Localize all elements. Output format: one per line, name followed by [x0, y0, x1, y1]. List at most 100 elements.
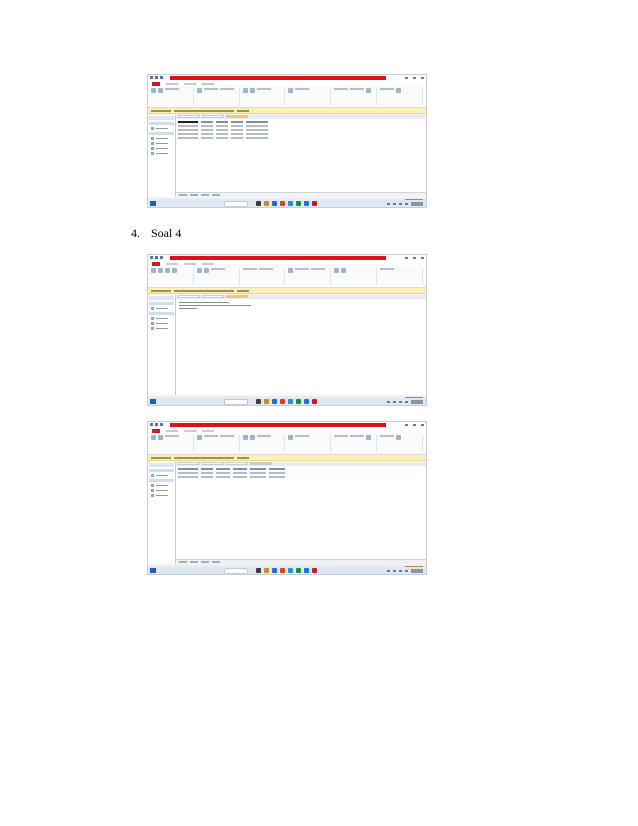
document-tabs — [176, 115, 426, 119]
navigation-pane — [148, 295, 176, 395]
tab-external-data — [202, 429, 214, 432]
minimize-icon — [405, 77, 408, 79]
table-icon — [151, 127, 154, 130]
save-icon — [150, 256, 153, 259]
app-icon — [296, 201, 301, 206]
table-icon — [151, 307, 154, 310]
title-accent — [170, 423, 386, 427]
query-icon — [151, 142, 154, 145]
taskbar — [148, 200, 426, 207]
workspace — [148, 115, 426, 197]
app-icon — [312, 201, 317, 206]
close-icon — [421, 424, 424, 426]
query-icon — [151, 137, 154, 140]
minimize-icon — [405, 424, 408, 426]
taskbar — [148, 398, 426, 405]
app-icon — [280, 399, 285, 404]
search-box — [224, 200, 248, 207]
table-icon — [151, 474, 154, 477]
ribbon — [148, 266, 426, 288]
ribbon-group — [242, 268, 286, 285]
system-tray — [387, 568, 423, 573]
quick-access-toolbar — [150, 423, 166, 427]
workspace — [148, 295, 426, 395]
taskbar-apps — [256, 568, 317, 573]
close-icon — [421, 77, 424, 79]
minimize-icon — [405, 257, 408, 259]
title-bar — [148, 75, 426, 81]
app-icon — [288, 568, 293, 573]
ribbon — [148, 433, 426, 455]
tab-create — [184, 429, 196, 432]
app-icon — [296, 399, 301, 404]
taskbar-apps — [256, 201, 317, 206]
ribbon-group — [380, 88, 423, 105]
start-icon — [150, 201, 156, 206]
document-area — [176, 115, 426, 197]
query-icon — [151, 327, 154, 330]
query-icon — [151, 322, 154, 325]
start-icon — [150, 568, 156, 573]
app-icon — [272, 201, 277, 206]
title-bar — [148, 422, 426, 428]
title-accent — [170, 256, 386, 260]
query-icon — [151, 494, 154, 497]
redo-icon — [160, 256, 163, 259]
search-box — [224, 567, 248, 574]
app-icon — [312, 568, 317, 573]
ribbon-group — [380, 435, 423, 452]
ribbon-group — [288, 435, 332, 452]
app-icon — [264, 201, 269, 206]
close-icon — [421, 257, 424, 259]
ribbon-group — [380, 268, 423, 285]
window-controls — [394, 255, 424, 261]
tab-home — [166, 82, 178, 85]
maximize-icon — [413, 424, 416, 426]
navigation-pane — [148, 115, 176, 197]
caption: 4. Soal 4 — [131, 226, 181, 241]
caption-number: 4. — [131, 226, 140, 240]
app-icon — [304, 201, 309, 206]
app-icon — [304, 568, 309, 573]
app-icon — [272, 568, 277, 573]
ribbon-group — [334, 268, 378, 285]
undo-icon — [155, 256, 158, 259]
quick-access-toolbar — [150, 256, 166, 260]
redo-icon — [160, 76, 163, 79]
screenshot-access-table — [147, 74, 427, 208]
query-icon — [151, 484, 154, 487]
ribbon-group — [151, 268, 194, 285]
start-icon — [150, 399, 156, 404]
app-icon — [280, 568, 285, 573]
system-tray — [387, 201, 423, 206]
screenshot-access-sql — [147, 254, 427, 406]
ribbon-group — [151, 435, 194, 452]
app-icon — [256, 201, 261, 206]
tab-create — [184, 82, 196, 85]
tab-home — [166, 262, 178, 265]
workspace — [148, 462, 426, 564]
window-controls — [394, 422, 424, 428]
app-icon — [288, 399, 293, 404]
datasheet — [178, 121, 271, 141]
app-icon — [256, 399, 261, 404]
tab-design — [202, 262, 214, 265]
quick-access-toolbar — [150, 76, 166, 80]
app-icon — [312, 399, 317, 404]
record-navigator — [176, 192, 426, 197]
document-area — [176, 462, 426, 564]
tab-home — [166, 429, 178, 432]
ribbon-group — [334, 435, 378, 452]
maximize-icon — [413, 257, 416, 259]
ribbon-group — [334, 88, 378, 105]
title-accent — [170, 76, 386, 80]
window-controls — [394, 75, 424, 81]
app-icon — [280, 201, 285, 206]
undo-icon — [155, 76, 158, 79]
app-icon — [304, 399, 309, 404]
taskbar — [148, 567, 426, 574]
app-icon — [272, 399, 277, 404]
tab-create — [184, 262, 196, 265]
ribbon-group — [288, 88, 332, 105]
security-warning-bar — [148, 455, 426, 461]
